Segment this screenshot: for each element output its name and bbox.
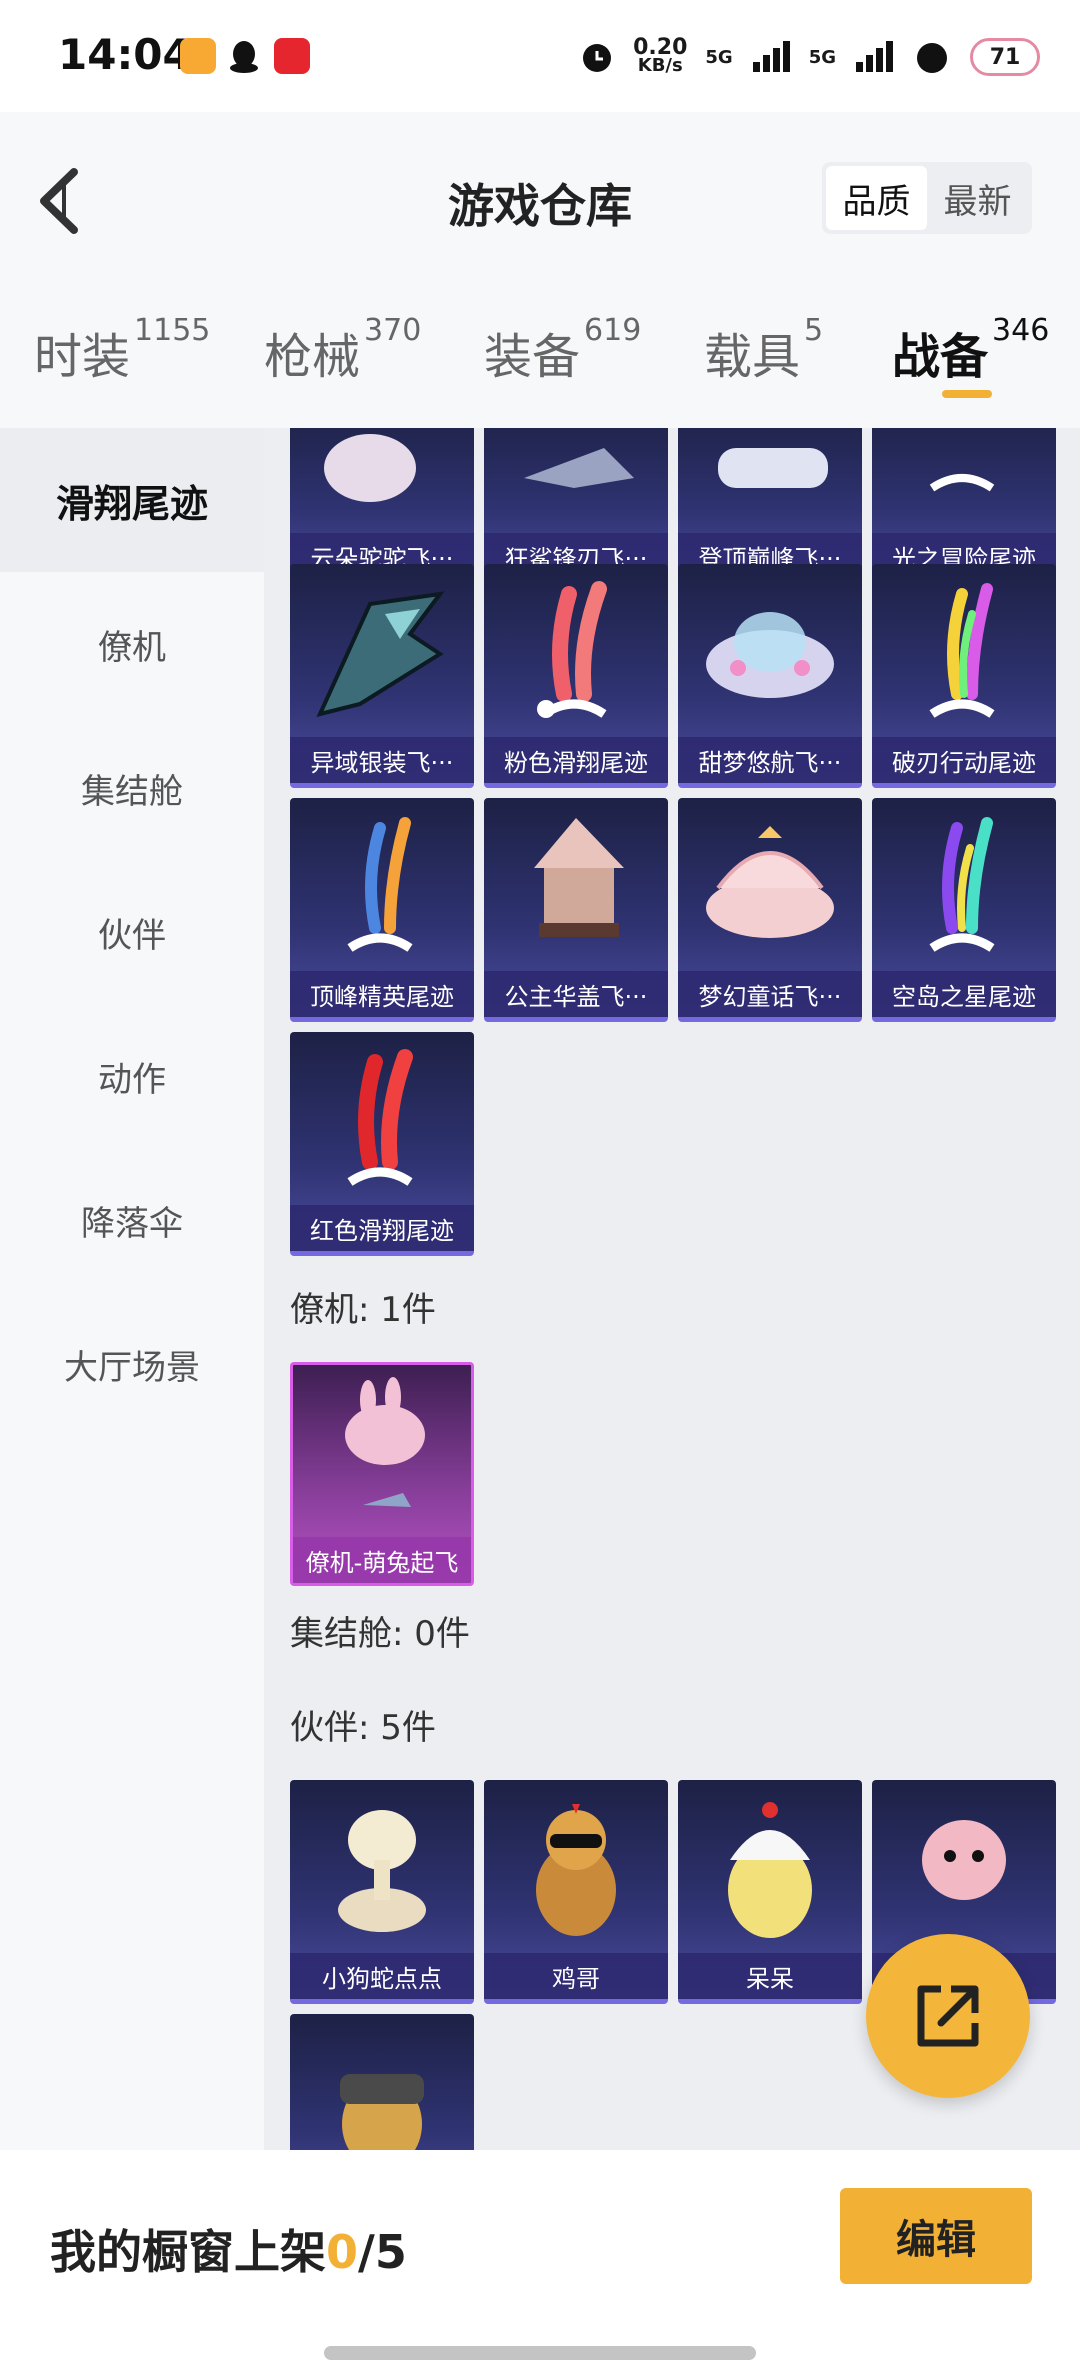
item-name: 呆呆 — [678, 1953, 862, 1999]
item-card[interactable]: 粉色滑翔尾迹 — [484, 564, 668, 788]
home-indicator[interactable] — [324, 2346, 756, 2360]
signal-5g-2: 5G — [808, 46, 836, 68]
silver-glider-icon — [316, 591, 445, 717]
item-name: 僚机-萌兔起飞 — [293, 1537, 471, 1583]
item-card[interactable]: 红色滑翔尾迹 — [290, 1032, 474, 1256]
item-card[interactable]: 顶峰精英尾迹 — [290, 798, 474, 1022]
section-capsule-label: 集结舱: 0件 — [290, 1614, 470, 1654]
item-card[interactable]: 登顶巅峰飞··· — [678, 428, 862, 584]
category-tabs: 时装 1155 枪械 370 装备 619 载具 5 战备 346 — [0, 313, 1080, 407]
sidebar-item-partner[interactable]: 伙伴 — [0, 860, 264, 1004]
signal-bars-icon — [752, 41, 790, 72]
sort-toggle: 品质 最新 — [822, 162, 1032, 234]
elite-trail-icon — [347, 817, 413, 952]
item-card[interactable]: 异域银装飞··· — [290, 564, 474, 788]
princess-canopy-icon — [534, 818, 624, 937]
rainbow-trail-icon — [929, 583, 995, 718]
status-bar: 14:04 0.20 KB/s 5G 5G 71 — [0, 0, 1080, 112]
sidebar-item-emote[interactable]: 动作 — [0, 1004, 264, 1148]
red-trail-icon — [347, 1049, 413, 1186]
item-name: 小狗蛇点点 — [290, 1953, 474, 1999]
item-name: 甜梦悠航飞··· — [678, 737, 862, 783]
tab-fashion[interactable]: 时装 1155 — [34, 313, 210, 387]
helmet-partner-icon — [340, 2074, 424, 2150]
item-card[interactable]: 光之冒险尾迹 — [872, 428, 1056, 584]
item-name: 红色滑翔尾迹 — [290, 1205, 474, 1251]
item-card[interactable]: 僚机-萌兔起飞 — [290, 1362, 474, 1586]
sidebar: 滑翔尾迹 僚机 集结舱 伙伴 动作 降落伞 大厅场景 — [0, 428, 264, 2150]
dream-ship-icon — [706, 612, 834, 698]
sky-star-trail-icon — [929, 817, 995, 952]
sidebar-item-wingman[interactable]: 僚机 — [0, 572, 264, 716]
alarm-icon — [583, 44, 612, 72]
red-app-icon — [274, 38, 310, 74]
section-wingman-label: 僚机: 1件 — [290, 1290, 436, 1330]
item-name: 空岛之星尾迹 — [872, 971, 1056, 1017]
dog-snake-partner-icon — [338, 1810, 426, 1932]
tab-vehicles[interactable]: 载具 5 — [704, 313, 823, 387]
item-card[interactable]: 呆呆 — [678, 1780, 862, 2004]
daidai-partner-icon — [728, 1802, 812, 1938]
active-tab-indicator — [942, 390, 992, 398]
battery-indicator: 71 — [970, 38, 1040, 76]
signal-bars-icon — [856, 41, 893, 72]
showcase-status: 我的橱窗上架0/5 — [50, 2225, 407, 2279]
item-name: 顶峰精英尾迹 — [290, 971, 474, 1017]
item-name: 异域银装飞··· — [290, 737, 474, 783]
tab-equipment[interactable]: 装备 619 — [484, 313, 641, 387]
chicken-partner-icon — [536, 1804, 616, 1936]
item-card[interactable] — [290, 2014, 474, 2150]
edit-button[interactable]: 编辑 — [840, 2188, 1032, 2284]
bunny-wingman-icon — [345, 1377, 425, 1507]
wifi-icon — [917, 43, 947, 73]
signal-5g-1: 5G — [705, 46, 733, 68]
item-card[interactable]: 甜梦悠航飞··· — [678, 564, 862, 788]
item-card[interactable]: 狂鲨锋刃飞··· — [484, 428, 668, 584]
tab-guns[interactable]: 枪械 370 — [264, 313, 421, 387]
pink-trail-icon — [537, 581, 607, 718]
item-name: 公主华盖飞··· — [484, 971, 668, 1017]
sidebar-item-lobby-scene[interactable]: 大厅场景 — [0, 1292, 264, 1436]
sort-quality-button[interactable]: 品质 — [826, 166, 927, 230]
item-card[interactable]: 空岛之星尾迹 — [872, 798, 1056, 1022]
qq-icon — [230, 41, 258, 73]
net-speed: 0.20 KB/s — [633, 35, 688, 76]
tab-battle-prep[interactable]: 战备 346 — [892, 313, 1049, 387]
item-card[interactable]: 梦幻童话飞··· — [678, 798, 862, 1022]
item-card[interactable]: 鸡哥 — [484, 1780, 668, 2004]
item-card[interactable]: 公主华盖飞··· — [484, 798, 668, 1022]
bottom-bar: 我的橱窗上架0/5 编辑 — [0, 2150, 1080, 2376]
item-name: 梦幻童话飞··· — [678, 971, 862, 1017]
share-icon — [917, 1985, 979, 2047]
status-time: 14:04 — [58, 30, 192, 79]
item-name: 粉色滑翔尾迹 — [484, 737, 668, 783]
sidebar-item-glide-trail[interactable]: 滑翔尾迹 — [0, 428, 264, 572]
sort-newest-button[interactable]: 最新 — [927, 166, 1028, 230]
item-name: 鸡哥 — [484, 1953, 668, 1999]
pink-bird-partner-icon — [922, 1820, 1006, 1900]
item-card[interactable]: 云朵驼驼飞··· — [290, 428, 474, 584]
share-button[interactable] — [866, 1934, 1030, 2098]
item-name: 破刃行动尾迹 — [872, 737, 1056, 783]
fairytale-glider-icon — [706, 826, 834, 938]
status-right: 0.20 KB/s 5G 5G 71 — [579, 32, 1040, 82]
sidebar-item-capsule[interactable]: 集结舱 — [0, 716, 264, 860]
section-partner-label: 伙伴: 5件 — [290, 1708, 436, 1748]
item-grid: 云朵驼驼飞··· 狂鲨锋刃飞··· 登顶巅峰飞··· 光之冒险尾迹 异域银装飞·… — [264, 428, 1080, 2150]
sidebar-item-parachute[interactable]: 降落伞 — [0, 1148, 264, 1292]
item-card[interactable]: 破刃行动尾迹 — [872, 564, 1056, 788]
item-card[interactable]: 小狗蛇点点 — [290, 1780, 474, 2004]
app-notification-icon — [180, 38, 216, 74]
header: 游戏仓库 品质 最新 时装 1155 枪械 370 装备 619 载具 5 战备 346 — [0, 112, 1080, 428]
